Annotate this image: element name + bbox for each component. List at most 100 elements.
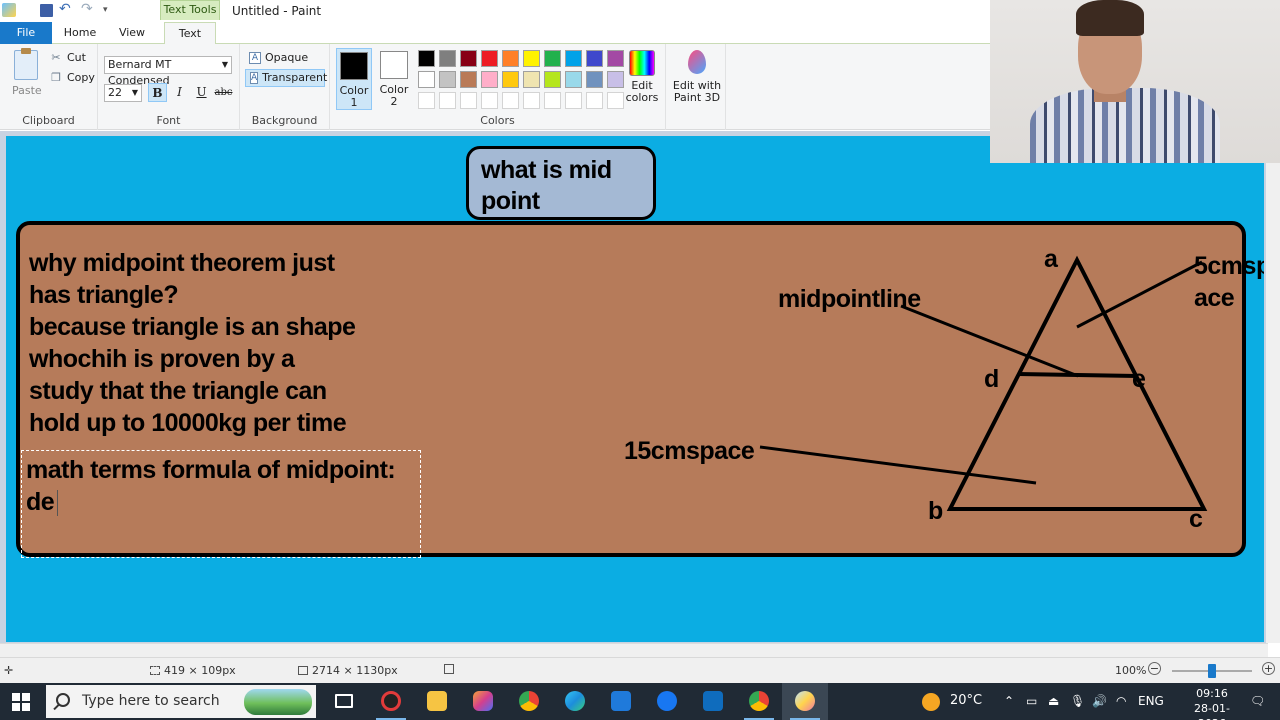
color2-button[interactable]: Color 2 xyxy=(376,48,412,110)
drawing-canvas[interactable]: what is mid point theorem? why midpoint … xyxy=(6,136,1264,642)
system-tray: 20°C ⌃ ▭ ⏏ 🎙 🔊 ◠ ENG 09:16 28-01-2026 🗨 xyxy=(920,683,1280,720)
taskbar-app-chrome-profile[interactable] xyxy=(736,683,782,720)
zoom-slider-thumb[interactable] xyxy=(1208,664,1216,678)
opaque-icon: A xyxy=(249,52,261,64)
palette-swatch[interactable] xyxy=(544,71,561,88)
edit-colors-button[interactable]: Edit colors xyxy=(622,50,662,104)
undo-icon[interactable]: ↶ xyxy=(59,2,75,18)
customize-qat-icon[interactable]: ▾ xyxy=(103,2,119,18)
underline-button[interactable]: U xyxy=(192,83,211,102)
taskbar-app-chrome[interactable] xyxy=(506,683,552,720)
battery-icon[interactable]: ▭ xyxy=(1026,694,1037,708)
volume-icon[interactable]: 🔊 xyxy=(1092,694,1107,708)
zoom-out-icon: − xyxy=(1148,662,1161,675)
chrome-icon xyxy=(749,691,769,711)
colors-group-label: Colors xyxy=(480,114,515,127)
palette-swatch[interactable] xyxy=(439,71,456,88)
tab-home[interactable]: Home xyxy=(56,22,104,44)
transparent-label: Transparent xyxy=(262,71,328,84)
usb-icon[interactable]: ⏏ xyxy=(1048,694,1059,708)
palette-swatch[interactable] xyxy=(460,92,477,109)
zoom-in-button[interactable]: + xyxy=(1262,662,1275,675)
transparent-button[interactable]: A Transparent xyxy=(245,69,328,87)
wifi-icon[interactable]: ◠ xyxy=(1116,694,1126,708)
cut-button[interactable]: ✂ Cut xyxy=(50,50,86,66)
paint3d-label: Edit with Paint 3D xyxy=(672,79,722,104)
palette-swatch[interactable] xyxy=(502,71,519,88)
clock[interactable]: 09:16 28-01-2026 xyxy=(1182,686,1242,720)
font-family-select[interactable]: Bernard MT Condensed ▼ xyxy=(104,56,232,87)
taskbar-pinned-apps xyxy=(322,683,828,720)
notifications-icon[interactable]: 🗨 xyxy=(1250,694,1265,708)
taskbar-app-store[interactable] xyxy=(598,683,644,720)
palette-swatch[interactable] xyxy=(481,71,498,88)
clipboard-group: Paste ✂ Cut ❐ Copy Clipboard xyxy=(0,44,98,130)
palette-swatch[interactable] xyxy=(439,92,456,109)
palette-swatch[interactable] xyxy=(544,50,561,67)
palette-swatch[interactable] xyxy=(418,50,435,67)
taskbar-app-facebook[interactable] xyxy=(644,683,690,720)
palette-swatch[interactable] xyxy=(586,50,603,67)
save-icon[interactable] xyxy=(40,3,53,17)
store-icon xyxy=(611,691,631,711)
palette-swatch[interactable] xyxy=(586,71,603,88)
tab-view[interactable]: View xyxy=(108,22,156,44)
palette-swatch[interactable] xyxy=(544,92,561,109)
palette-swatch[interactable] xyxy=(439,50,456,67)
language-indicator[interactable]: ENG xyxy=(1138,694,1164,708)
tab-file[interactable]: File xyxy=(0,22,52,44)
italic-button[interactable]: I xyxy=(170,83,189,102)
paint3d-icon xyxy=(688,50,706,74)
palette-swatch[interactable] xyxy=(565,50,582,67)
bold-button[interactable]: B xyxy=(148,83,167,102)
taskbar-app-outlook[interactable] xyxy=(690,683,736,720)
status-bar: ✛ 419 × 109px 2714 × 1130px 100% − + xyxy=(0,657,1280,683)
palette-swatch[interactable] xyxy=(460,71,477,88)
webcam-overlay xyxy=(990,0,1280,163)
weather-sun-icon[interactable] xyxy=(922,693,940,711)
opaque-button[interactable]: A Opaque xyxy=(245,49,325,67)
copy-button[interactable]: ❐ Copy xyxy=(50,70,95,86)
palette-swatch[interactable] xyxy=(418,71,435,88)
search-highlight-image[interactable] xyxy=(244,689,312,715)
palette-swatch[interactable] xyxy=(586,92,603,109)
palette-swatch[interactable] xyxy=(502,50,519,67)
palette-swatch[interactable] xyxy=(565,71,582,88)
palette-swatch[interactable] xyxy=(565,92,582,109)
taskbar-app-copilot[interactable] xyxy=(460,683,506,720)
palette-swatch[interactable] xyxy=(418,92,435,109)
weather-temperature[interactable]: 20°C xyxy=(950,693,982,708)
task-view-button[interactable] xyxy=(322,683,368,720)
palette-swatch[interactable] xyxy=(523,71,540,88)
label-point-e: e xyxy=(1132,365,1146,393)
palette-swatch[interactable] xyxy=(502,92,519,109)
microphone-icon[interactable]: 🎙 xyxy=(1070,694,1085,708)
cut-label: Cut xyxy=(67,51,86,64)
palette-swatch[interactable] xyxy=(460,50,477,67)
palette-swatch[interactable] xyxy=(481,92,498,109)
chevron-up-icon[interactable]: ⌃ xyxy=(1004,694,1014,708)
taskbar-app-paint[interactable] xyxy=(782,683,828,720)
taskbar-app-recorder[interactable] xyxy=(368,683,414,720)
start-button[interactable] xyxy=(12,693,30,711)
paint-app-icon[interactable] xyxy=(2,3,16,17)
font-size-select[interactable]: 22 ▼ xyxy=(104,84,142,102)
strikethrough-button[interactable]: abc xyxy=(214,83,233,102)
palette-swatch[interactable] xyxy=(523,50,540,67)
canvas-area[interactable]: what is mid point theorem? why midpoint … xyxy=(0,131,1280,643)
zoom-out-button[interactable]: − xyxy=(1148,662,1161,675)
redo-icon[interactable]: ↷ xyxy=(81,2,97,18)
vertical-scrollbar[interactable] xyxy=(1266,131,1280,643)
horizontal-scrollbar[interactable] xyxy=(0,643,1268,657)
paste-button[interactable]: Paste xyxy=(12,48,42,98)
palette-swatch[interactable] xyxy=(481,50,498,67)
font-group-label: Font xyxy=(156,114,181,127)
taskbar-app-file-explorer[interactable] xyxy=(414,683,460,720)
color2-label: Color 2 xyxy=(379,83,409,108)
edit-with-paint3d-button[interactable]: Edit with Paint 3D xyxy=(672,50,722,104)
person-hair xyxy=(1076,0,1144,36)
tab-text[interactable]: Text xyxy=(164,22,216,45)
palette-swatch[interactable] xyxy=(523,92,540,109)
color1-button[interactable]: Color 1 xyxy=(336,48,372,110)
taskbar-app-edge[interactable] xyxy=(552,683,598,720)
